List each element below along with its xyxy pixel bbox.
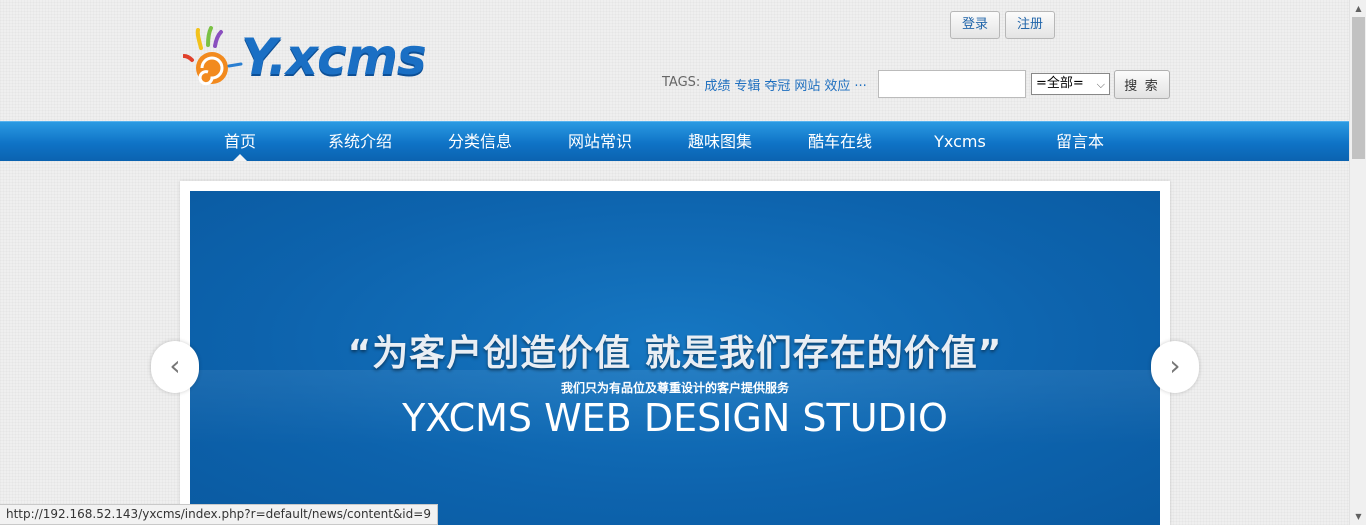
nav-item-cars-online[interactable]: 酷车在线 (780, 122, 900, 161)
chevron-down-icon: ⌵ (1096, 78, 1105, 91)
nav-item-home[interactable]: 首页 (180, 122, 300, 161)
scroll-up-arrow-icon[interactable]: ▲ (1350, 0, 1366, 17)
site-header: Y.xcms 登录 注册 TAGS: 成绩 专辑 夺冠 网站 效应 ... =全… (0, 0, 1349, 121)
tags-more-link[interactable]: ... (854, 75, 866, 94)
nav-item-fun-gallery[interactable]: 趣味图集 (660, 122, 780, 161)
tags-label: TAGS: (662, 75, 701, 90)
nav-item-web-knowledge[interactable]: 网站常识 (540, 122, 660, 161)
logo-text: Y.xcms (241, 28, 427, 86)
banner-slogan: “为客户创造价值 就是我们存在的价值” (347, 333, 1003, 374)
login-button[interactable]: 登录 (950, 11, 1001, 39)
tag-link[interactable]: 专辑 (734, 75, 760, 94)
nav-item-yxcms[interactable]: Yxcms (900, 122, 1020, 161)
tags-bar: TAGS: 成绩 专辑 夺冠 网站 效应 ... (662, 75, 867, 94)
auth-buttons: 登录 注册 (950, 11, 1056, 39)
main-nav: 首页 系统介绍 分类信息 网站常识 趣味图集 酷车在线 Yxcms 留言本 (0, 121, 1349, 161)
banner-slide[interactable]: “为客户创造价值 就是我们存在的价值” 我们只为有品位及尊重设计的客户提供服务 … (190, 191, 1160, 525)
banner-studio-title: YXCMS WEB DESIGN STUDIO (402, 396, 948, 440)
nav-item-categories[interactable]: 分类信息 (420, 122, 540, 161)
tag-link[interactable]: 成绩 (704, 75, 730, 94)
register-button[interactable]: 注册 (1005, 11, 1056, 39)
tag-link[interactable]: 网站 (794, 75, 820, 94)
tag-link[interactable]: 效应 (824, 75, 850, 94)
search-category-value: =全部= (1036, 76, 1084, 91)
status-bar-url: http://192.168.52.143/yxcms/index.php?r=… (0, 504, 438, 525)
search-category-select[interactable]: =全部= ⌵ (1031, 73, 1110, 95)
prev-slide-button[interactable]: ‹ (151, 341, 199, 393)
nav-item-guestbook[interactable]: 留言本 (1020, 122, 1140, 161)
chevron-right-icon: › (1169, 349, 1181, 382)
vertical-scrollbar[interactable]: ▲ ▼ (1349, 0, 1366, 525)
chevron-left-icon: ‹ (169, 349, 181, 382)
search-input[interactable] (878, 70, 1026, 98)
tag-link[interactable]: 夺冠 (764, 75, 790, 94)
scroll-down-arrow-icon[interactable]: ▼ (1350, 508, 1366, 525)
next-slide-button[interactable]: › (1151, 341, 1199, 393)
nav-item-system-intro[interactable]: 系统介绍 (300, 122, 420, 161)
banner-subline: 我们只为有品位及尊重设计的客户提供服务 (560, 381, 789, 395)
search-button[interactable]: 搜 索 (1114, 70, 1170, 99)
scroll-thumb[interactable] (1352, 17, 1365, 159)
site-logo[interactable]: Y.xcms (183, 26, 435, 92)
